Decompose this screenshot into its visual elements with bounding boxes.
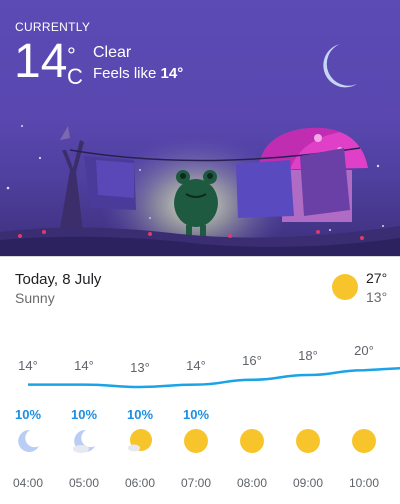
today-low: 13° (366, 289, 388, 305)
sun-icon (239, 428, 265, 454)
today-condition: Sunny (15, 290, 55, 306)
hourly-temp: 14° (18, 357, 38, 373)
hourly-precip: 10% (126, 407, 154, 422)
hourly-temp: 13° (130, 360, 150, 375)
hourly-time: 09:00 (292, 476, 324, 490)
hourly-time: 04:00 (12, 476, 44, 490)
feels-like: Feels like 14° (93, 64, 183, 84)
moon-cloud-icon (71, 428, 97, 454)
hourly-time: 10:00 (348, 476, 380, 490)
sun-icon (351, 428, 377, 454)
sun-icon (295, 428, 321, 454)
feels-like-label: Feels like (93, 65, 157, 82)
hourly-time: 06:00 (124, 476, 156, 490)
current-temperature: 14 (14, 35, 68, 88)
sun-cloud-icon (127, 428, 153, 454)
currently-label: CURRENTLY (15, 20, 91, 34)
moon-icon (323, 44, 357, 88)
hourly-precip: 10% (70, 407, 98, 422)
hourly-temp: 16° (242, 352, 262, 368)
hourly-precip: 10% (14, 407, 42, 422)
hourly-time: 08:00 (236, 476, 268, 490)
hourly-temp: 14° (186, 357, 206, 373)
today-date: Today, 8 July (15, 271, 102, 288)
sun-icon (332, 274, 358, 300)
weather-hero: CURRENTLY 14 ° C Clear Feels like 14° (0, 0, 400, 257)
current-condition: Clear (93, 44, 132, 61)
hourly-forecast[interactable]: 14° 10% 04:00 14° 10% 05:00 13° 10% 06:00 14° 10% 0… (0, 317, 400, 504)
hourly-temp: 14° (74, 357, 94, 373)
hourly-time: 07:00 (180, 476, 212, 490)
moon-icon (15, 428, 41, 454)
hourly-temp: 20° (354, 343, 374, 359)
hourly-temp: 18° (298, 348, 318, 363)
sun-icon (183, 428, 209, 454)
feels-like-value: 14° (160, 65, 184, 82)
today-high: 27° (366, 270, 388, 286)
bare-tree (58, 126, 84, 240)
hourly-precip: 10% (182, 407, 210, 422)
celsius-unit: C (67, 64, 83, 89)
today-summary[interactable]: Today, 8 July Sunny 27° 13° (0, 257, 400, 317)
hourly-time: 05:00 (68, 476, 100, 490)
